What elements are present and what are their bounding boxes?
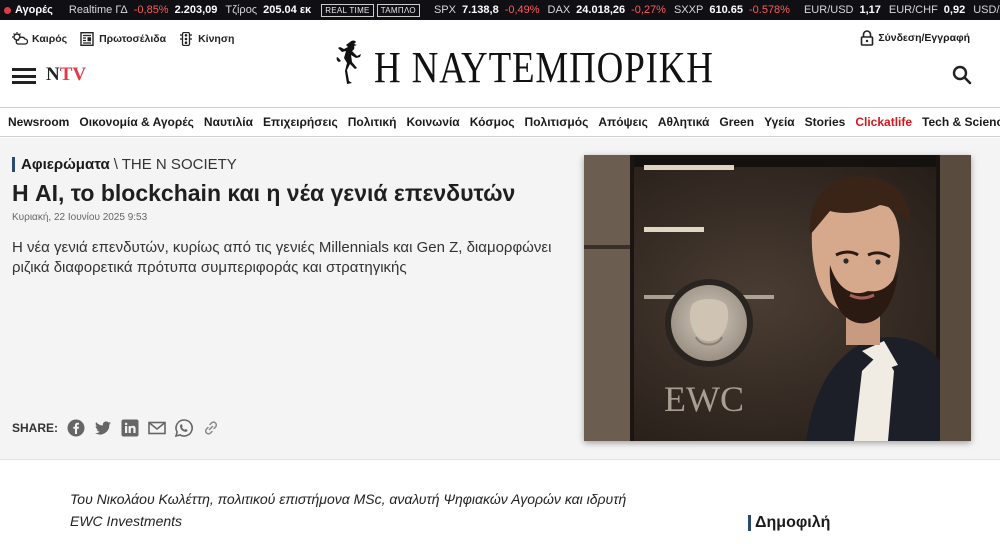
dax-change: -0,27%: [631, 4, 666, 16]
traffic-light-icon: [180, 32, 193, 46]
subsection-link[interactable]: \ THE N SOCIETY: [114, 156, 237, 173]
nav-item-clickatlife[interactable]: Clickatlife: [855, 115, 912, 129]
main-nav: Newsroom Οικονομία & Αγορές Ναυτιλία Επι…: [0, 108, 1000, 137]
eurchf-value: 0,92: [943, 4, 966, 16]
nav-item-opinions[interactable]: Απόψεις: [598, 115, 648, 129]
hermes-logo-icon: [336, 40, 361, 84]
dax-label: DAX: [547, 4, 571, 16]
board-button[interactable]: ΤΑΜΠΛΟ: [376, 3, 420, 17]
nav-item-culture[interactable]: Πολιτισμός: [525, 115, 589, 129]
market-ticker: Αγορές Realtime ΓΔ -0,85% 2.203,09 Τζίρο…: [0, 0, 1000, 20]
ntv-logo[interactable]: NTV: [46, 64, 86, 86]
share-bar: SHARE:: [12, 419, 220, 437]
article-photo[interactable]: EWC: [584, 155, 971, 441]
usdzar-label: USD/ZAR: [973, 4, 1000, 16]
article-headline: Η AI, το blockchain και η νέα γενιά επεν…: [12, 180, 516, 206]
breadcrumb: Αφιερώματα \ THE N SOCIETY: [12, 156, 237, 173]
live-dot-icon: [4, 6, 11, 14]
eurusd-label: EUR/USD: [803, 4, 854, 16]
logo-title: Η ΝΑΥΤΕΜΠΟΡΙΚΗ: [374, 42, 714, 92]
traffic-link[interactable]: Κίνηση: [178, 32, 234, 46]
turnover-value: 205.04 εκ: [263, 4, 312, 16]
spx-change: -0,49%: [504, 4, 540, 16]
article-lead: Η νέα γενιά επενδυτών, κυρίως από τις γε…: [12, 239, 552, 276]
nav-item-sports[interactable]: Αθλητικά: [658, 115, 710, 129]
link-icon[interactable]: [202, 419, 220, 437]
turnover-label: Τζίρος: [225, 4, 258, 16]
realtime-value: 2.203,09: [174, 4, 218, 16]
weather-icon: [12, 32, 28, 45]
nav-item-health[interactable]: Υγεία: [764, 115, 795, 129]
dax-value: 24.018,26: [576, 4, 626, 16]
popular-heading: Δημοφιλή: [748, 514, 830, 532]
lock-icon: [861, 30, 874, 46]
markets-link[interactable]: Αγορές: [4, 4, 53, 16]
eurchf-label: EUR/CHF: [888, 4, 938, 16]
sxxp-value: 610.65: [709, 4, 743, 16]
twitter-icon[interactable]: [94, 419, 112, 437]
nav-item-newsroom[interactable]: Newsroom: [8, 115, 69, 129]
linkedin-icon[interactable]: [121, 419, 139, 437]
realtime-button[interactable]: REAL TIME: [321, 3, 374, 17]
section-bar: [748, 515, 751, 531]
photo-illustration: EWC: [584, 155, 971, 441]
realtime-change: -0,85%: [133, 4, 169, 16]
whatsapp-icon[interactable]: [175, 419, 193, 437]
sxxp-change: -0.578%: [748, 4, 790, 16]
utility-links: Καιρός Πρωτοσέλιδα Κίνηση: [12, 32, 234, 46]
nav-item-stories[interactable]: Stories: [805, 115, 846, 129]
newspaper-icon: [80, 32, 94, 46]
author-line: Του Νικολάου Κωλέττη, πολιτικού επιστήμο…: [70, 491, 627, 529]
site-logo[interactable]: Η ΝΑΥΤΕΜΠΟΡΙΚΗ: [336, 38, 779, 96]
search-icon[interactable]: [952, 65, 972, 85]
article-hero: Αφιερώματα \ THE N SOCIETY Η AI, το bloc…: [0, 138, 1000, 460]
facebook-icon[interactable]: [67, 419, 85, 437]
section-link[interactable]: Αφιερώματα: [21, 156, 110, 173]
eurusd-value: 1,17: [859, 4, 881, 16]
nav-item-green[interactable]: Green: [719, 115, 754, 129]
article-date: Κυριακή, 22 Ιουνίου 2025 9:53: [12, 212, 148, 223]
nav-item-business[interactable]: Επιχειρήσεις: [263, 115, 338, 129]
site-header: Καιρός Πρωτοσέλιδα Κίνηση Σύνδεση/Εγγραφ…: [0, 20, 1000, 108]
nav-item-politics[interactable]: Πολιτική: [348, 115, 397, 129]
frontpages-link[interactable]: Πρωτοσέλιδα: [79, 32, 166, 46]
spx-label: SPX: [433, 4, 456, 16]
menu-icon[interactable]: [12, 68, 36, 84]
nav-item-world[interactable]: Κόσμος: [470, 115, 515, 129]
nav-item-economy[interactable]: Οικονομία & Αγορές: [79, 115, 194, 129]
nav-item-society[interactable]: Κοινωνία: [406, 115, 459, 129]
realtime-label: Realtime ΓΔ: [68, 4, 128, 16]
login-link[interactable]: Σύνδεση/Εγγραφή: [860, 30, 970, 46]
nav-item-tech-science[interactable]: Tech & Science: [922, 115, 1000, 129]
weather-link[interactable]: Καιρός: [12, 32, 67, 46]
nav-item-shipping[interactable]: Ναυτιλία: [204, 115, 253, 129]
sxxp-label: SXXP: [673, 4, 704, 16]
spx-value: 7.138,8: [461, 4, 499, 16]
mail-icon[interactable]: [148, 419, 166, 437]
section-bar: [12, 157, 15, 172]
share-label: SHARE:: [12, 421, 59, 435]
svg-text:EWC: EWC: [664, 379, 744, 419]
